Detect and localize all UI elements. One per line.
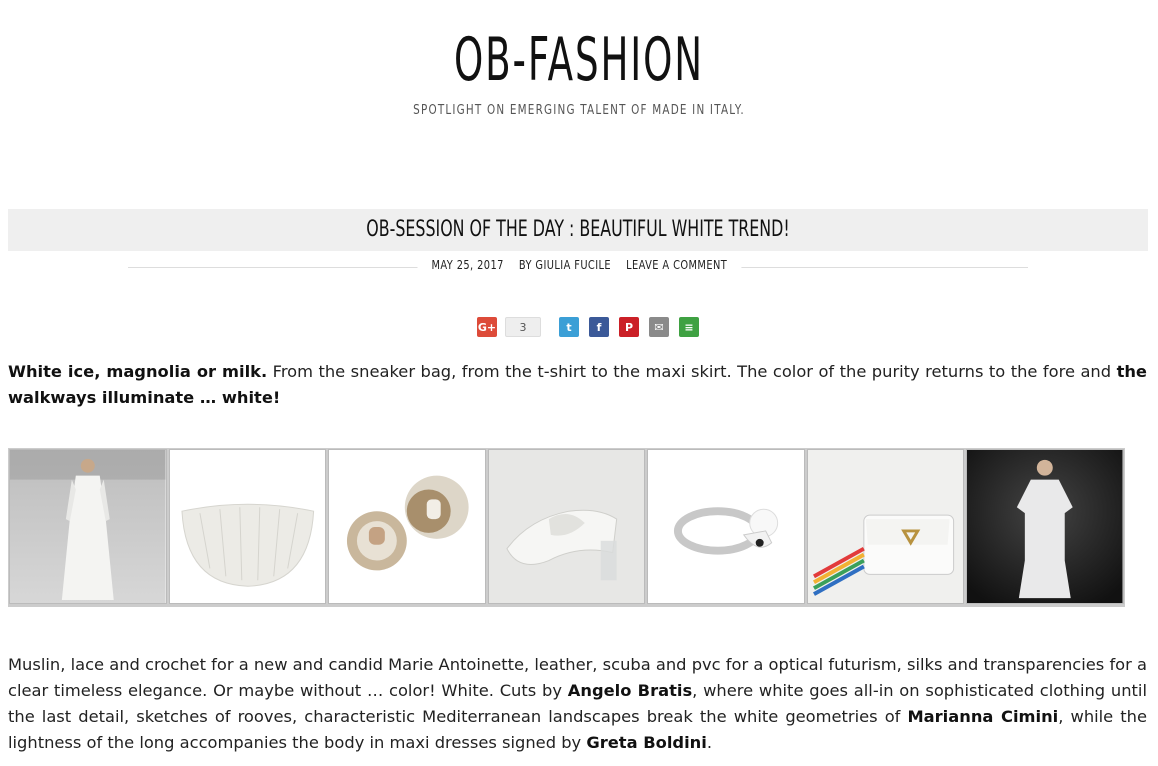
designer-angelo-bratis: Angelo Bratis <box>567 681 693 700</box>
designer-greta-boldini: Greta Boldini <box>586 733 707 752</box>
gallery-image-white-sandal[interactable] <box>487 449 646 604</box>
site-tagline: SPOTLIGHT ON EMERGING TALENT OF MADE IN … <box>413 103 745 118</box>
body-paragraph: Muslin, lace and crochet for a new and c… <box>8 652 1147 756</box>
gallery-image-earrings[interactable] <box>328 449 486 604</box>
gallery-image-white-dress-model[interactable] <box>966 449 1125 604</box>
facebook-icon[interactable]: f <box>589 317 609 337</box>
image-gallery <box>8 448 1125 607</box>
email-icon[interactable]: ✉ <box>649 317 669 337</box>
post-author[interactable]: BY GIULIA FUCILE <box>519 258 611 272</box>
post-title[interactable]: OB-SESSION OF THE DAY : BEAUTIFUL WHITE … <box>168 209 989 251</box>
post-meta: MAY 25, 2017 BY GIULIA FUCILE LEAVE A CO… <box>0 258 1158 272</box>
gallery-image-pearl-ring[interactable] <box>647 449 805 604</box>
intro-bold-1: White ice, magnolia or milk. <box>8 362 268 381</box>
intro-paragraph: White ice, magnolia or milk. From the sn… <box>8 359 1147 411</box>
twitter-icon[interactable]: t <box>559 317 579 337</box>
gallery-image-white-dress-runway[interactable] <box>9 449 167 604</box>
post-title-bar: OB-SESSION OF THE DAY : BEAUTIFUL WHITE … <box>8 209 1148 251</box>
share-bar: G+ 3 t f P ✉ ≡ <box>477 317 699 337</box>
gallery-image-white-bag-rainbow-strap[interactable] <box>806 449 965 604</box>
leave-comment-link[interactable]: LEAVE A COMMENT <box>626 258 727 272</box>
pinterest-icon[interactable]: P <box>619 317 639 337</box>
designer-marianna-cimini: Marianna Cimini <box>907 707 1059 726</box>
post-date[interactable]: MAY 25, 2017 <box>431 258 503 272</box>
intro-text: From the sneaker bag, from the t-shirt t… <box>267 362 1117 381</box>
share-count: 3 <box>505 317 541 337</box>
google-plus-icon[interactable]: G+ <box>477 317 497 337</box>
more-icon[interactable]: ≡ <box>679 317 699 337</box>
site-title[interactable]: OB-FASHION <box>220 22 938 98</box>
body-text-4: . <box>706 733 713 752</box>
gallery-image-white-half-moon-bag[interactable] <box>168 449 327 604</box>
